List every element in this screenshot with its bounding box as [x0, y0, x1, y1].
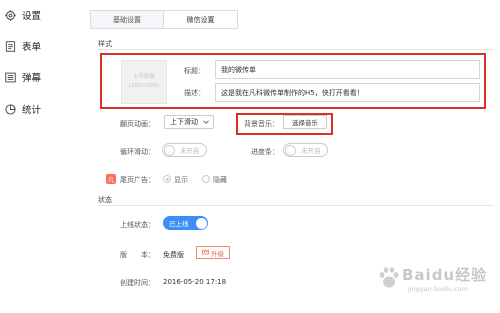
page-anim-value: 上下滑动 — [170, 118, 198, 126]
tab-wechat-settings[interactable]: 微信设置 — [164, 10, 238, 29]
online-status-label: 上线状态： — [120, 221, 155, 229]
loop-slide-label: 循环滑动： — [120, 148, 155, 156]
created-value: 2016-05-20 17:18 — [163, 278, 227, 286]
paw-icon — [378, 266, 400, 292]
sidebar-item-barrage[interactable]: 弹幕 — [4, 68, 41, 86]
online-status-toggle[interactable]: 已上线 — [163, 216, 208, 230]
cover-upload[interactable]: 上传封面 (200×200) — [121, 60, 167, 104]
version-label: 版 本： — [120, 251, 155, 259]
bg-music-label: 背景音乐： — [244, 120, 279, 128]
cover-upload-label: 上传封面 — [132, 74, 155, 80]
tail-ad-hide-label: 隐藏 — [213, 176, 227, 184]
page-anim-select[interactable]: 上下滑动 — [164, 115, 214, 129]
sidebar-item-label: 统计 — [22, 105, 42, 116]
tail-ad-show-label: 显示 — [174, 176, 188, 184]
sidebar-item-label: 弹幕 — [22, 73, 42, 84]
toggle-knob — [195, 217, 207, 229]
crown-icon — [202, 248, 209, 257]
desc-label: 描述： — [184, 89, 205, 97]
progress-bar-toggle[interactable]: 未开启 — [283, 143, 328, 157]
status-section-title: 状态 — [98, 196, 112, 204]
watermark-text: Baidu经验 — [402, 266, 488, 284]
sidebar-item-label: 设置 — [22, 11, 42, 22]
ad-badge-icon: 凡 — [106, 174, 116, 184]
sidebar: 设置 表单 弹幕 统计 — [0, 0, 74, 313]
chevron-down-icon — [203, 119, 209, 127]
gear-icon — [4, 9, 16, 21]
version-value: 免费版 — [163, 251, 184, 259]
loop-slide-toggle[interactable]: 未开启 — [162, 143, 207, 157]
divider — [98, 205, 494, 206]
stats-icon — [4, 103, 16, 115]
title-label: 标题： — [184, 67, 205, 75]
barrage-icon — [4, 71, 16, 83]
tail-ad-hide-radio[interactable] — [202, 175, 210, 183]
sidebar-item-settings[interactable]: 设置 — [4, 6, 41, 24]
sidebar-item-stats[interactable]: 统计 — [4, 100, 41, 118]
divider — [98, 49, 494, 50]
select-music-button[interactable]: 选择音乐 — [283, 115, 327, 129]
sidebar-item-label: 表单 — [22, 42, 42, 53]
created-label: 创建时间： — [120, 279, 155, 287]
watermark-url: jingyan.baidu.com — [408, 285, 468, 293]
style-section-title: 样式 — [98, 40, 112, 48]
baidu-watermark: Baidu经验 jingyan.baidu.com — [372, 262, 492, 300]
tab-basic-settings[interactable]: 基础设置 — [90, 10, 164, 29]
toggle-knob — [164, 145, 175, 156]
upgrade-button[interactable]: 升级 — [196, 246, 230, 259]
title-field[interactable]: 我的微传单 — [215, 60, 480, 79]
description-field[interactable]: 这是我在凡科微传单制作的H5，快打开看看！ — [215, 83, 480, 102]
upgrade-label: 升级 — [211, 249, 224, 258]
tail-ad-show-radio[interactable] — [163, 175, 171, 183]
cover-upload-size: (200×200) — [129, 83, 159, 89]
loop-slide-state: 未开启 — [180, 147, 200, 155]
sidebar-item-form[interactable]: 表单 — [4, 37, 41, 55]
toggle-knob — [285, 145, 296, 156]
progress-bar-label: 进度条： — [251, 148, 279, 156]
settings-tabs: 基础设置 微信设置 — [90, 10, 238, 29]
form-icon — [4, 40, 16, 52]
tail-ad-label: 尾页广告： — [120, 176, 155, 184]
online-status-state: 已上线 — [169, 220, 189, 228]
page-anim-label: 翻页动画： — [120, 120, 155, 128]
progress-bar-state: 未开启 — [301, 147, 321, 155]
